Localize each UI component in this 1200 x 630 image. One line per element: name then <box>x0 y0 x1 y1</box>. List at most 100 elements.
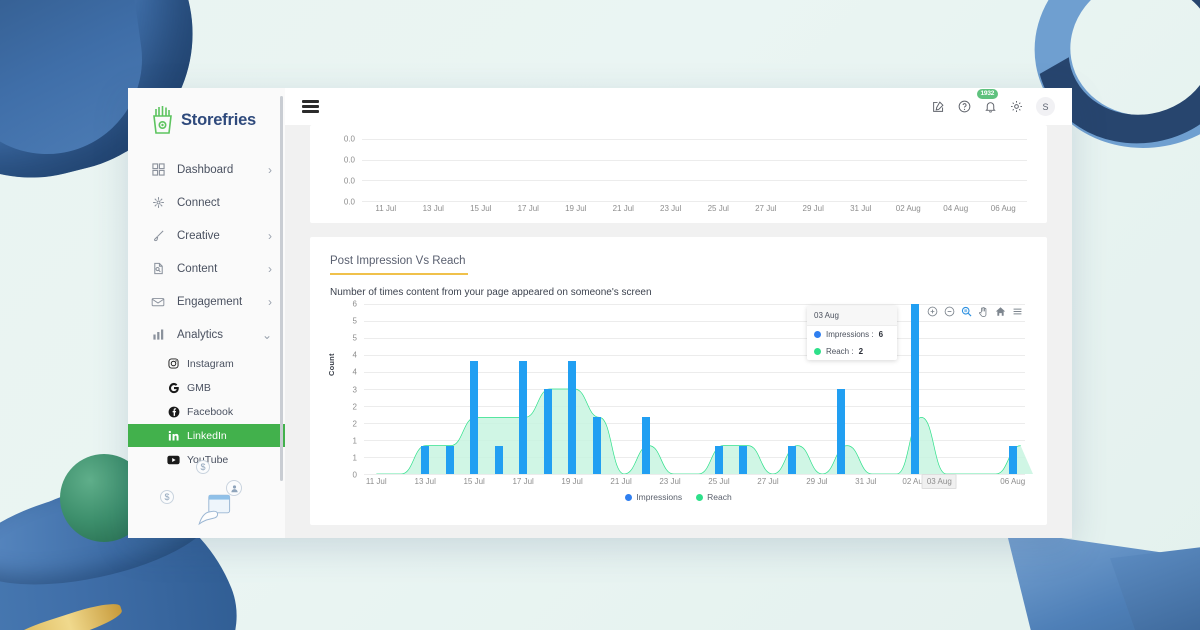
bell-icon[interactable] <box>984 100 997 113</box>
x-tick-label: 04 Aug <box>943 204 969 213</box>
zoom-in-icon[interactable] <box>927 306 938 317</box>
help-icon[interactable] <box>958 100 971 113</box>
x-tick-label: 19 Jul <box>565 204 587 213</box>
bar[interactable] <box>421 445 430 474</box>
chart-plot-area[interactable]: 6 5 5 4 4 3 2 2 1 1 0 <box>353 300 1033 480</box>
zoom-out-icon[interactable] <box>944 306 955 317</box>
sidebar-subitem-instagram[interactable]: Instagram <box>128 352 285 375</box>
sidebar-item-engagement[interactable]: Engagement › <box>128 285 285 318</box>
legend-item[interactable]: Impressions <box>625 492 682 502</box>
y-tick-label: 0.0 <box>343 176 355 186</box>
gridline: 0.0 <box>344 155 1027 164</box>
menu-icon[interactable] <box>1012 306 1023 317</box>
hand-card-illustration <box>198 494 231 526</box>
grid-icon <box>150 163 166 176</box>
x-tick-label: 29 Jul <box>802 204 824 213</box>
x-tick-label: 19 Jul <box>561 477 583 486</box>
sidebar-item-dashboard[interactable]: Dashboard › <box>128 153 285 186</box>
chart-tooltip: 03 Aug Impressions : 6 Reach : 2 <box>807 306 897 360</box>
tooltip-value: 2 <box>858 347 864 356</box>
chevron-right-icon: › <box>268 261 272 276</box>
x-tick-label: 06 Aug <box>1000 477 1026 486</box>
sidebar-item-connect[interactable]: Connect <box>128 186 285 219</box>
document-icon <box>150 262 166 275</box>
bar[interactable] <box>1008 445 1017 474</box>
top-chart-xaxis: 11 Jul 13 Jul 15 Jul 17 Jul 19 Jul 21 Jul 23 J… <box>362 201 1027 217</box>
reset-zoom-icon[interactable] <box>995 306 1006 317</box>
bar[interactable] <box>519 360 528 474</box>
bar[interactable] <box>568 360 577 474</box>
compose-icon[interactable] <box>932 100 945 113</box>
inbox-icon <box>150 296 166 308</box>
x-tick-label: 23 Jul <box>659 477 681 486</box>
app-window: Storefries Dashboard › Connect Creative … <box>128 88 1072 538</box>
brand[interactable]: Storefries <box>128 88 285 135</box>
bar[interactable] <box>910 304 919 474</box>
coin-icon-1: $ <box>196 460 210 474</box>
bar[interactable] <box>837 389 846 474</box>
facebook-icon <box>166 406 181 418</box>
tooltip-value: 6 <box>878 330 884 339</box>
panning-icon[interactable] <box>978 306 989 317</box>
youtube-icon <box>166 455 181 465</box>
sidebar-subitem-label: GMB <box>187 381 211 394</box>
sidebar-item-creative[interactable]: Creative › <box>128 219 285 252</box>
x-tick-label: 21 Jul <box>610 477 632 486</box>
tooltip-row-reach: Reach : 2 <box>807 343 897 360</box>
bar[interactable] <box>543 389 552 474</box>
selection-zoom-icon[interactable] <box>961 306 972 317</box>
decor-blue-shard-2 <box>1110 540 1200 630</box>
sidebar-item-analytics[interactable]: Analytics ⌄ <box>128 318 285 351</box>
top-chart: 0.0 0.0 0.0 0.0 11 Jul 13 Jul 15 Jul 17 Jul 19 … <box>322 135 1035 217</box>
bar[interactable] <box>592 417 601 474</box>
sidebar-subitem-linkedin[interactable]: LinkedIn <box>128 424 285 447</box>
x-tick-label: 15 Jul <box>470 204 492 213</box>
sidebar-scrollbar[interactable] <box>280 96 283 481</box>
sidebar-item-content[interactable]: Content › <box>128 252 285 285</box>
card-subtitle: Number of times content from your page a… <box>330 287 652 298</box>
decor-gold-band <box>3 597 125 630</box>
bar[interactable] <box>739 445 748 474</box>
tooltip-row-impressions: Impressions : 6 <box>807 326 897 343</box>
bar[interactable] <box>470 360 479 474</box>
sidebar-illustration: $ $ <box>128 460 285 538</box>
bar-chart-icon <box>150 328 166 341</box>
tooltip-label: Impressions : <box>826 330 874 339</box>
bar[interactable] <box>641 417 650 474</box>
legend-item[interactable]: Reach <box>696 492 732 502</box>
gridline: 0.0 <box>344 176 1027 185</box>
bar[interactable] <box>714 445 723 474</box>
content-scroll-area[interactable]: 0.0 0.0 0.0 0.0 11 Jul 13 Jul 15 Jul 17 Jul 19 … <box>285 125 1072 538</box>
bar[interactable] <box>445 445 454 474</box>
impressions-bar-series <box>364 304 1025 474</box>
avatar[interactable]: S <box>1036 97 1055 116</box>
x-tick-label: 27 Jul <box>755 204 777 213</box>
topbar-actions: 1932 S <box>932 89 1055 116</box>
top-chart-plot: 0.0 0.0 0.0 0.0 <box>344 135 1035 207</box>
x-tick-label: 21 Jul <box>612 204 634 213</box>
legend-label: Impressions <box>636 492 683 502</box>
x-tick-label-active: 03 Aug <box>921 474 957 489</box>
x-tick-label: 11 Jul <box>365 477 387 486</box>
sidebar-label: Engagement <box>177 295 243 308</box>
decor-blue-shard <box>1006 530 1195 630</box>
x-tick-label: 11 Jul <box>375 204 397 213</box>
sidebar-label: Connect <box>177 196 220 209</box>
sidebar-subitem-facebook[interactable]: Facebook <box>128 400 285 423</box>
fries-icon <box>150 105 176 135</box>
bar[interactable] <box>788 445 797 474</box>
bar[interactable] <box>494 445 503 474</box>
sidebar-label: Dashboard <box>177 163 234 176</box>
chevron-right-icon: › <box>268 162 272 177</box>
hamburger-icon[interactable] <box>302 100 319 113</box>
y-tick-label: 1 <box>352 453 357 463</box>
google-icon <box>166 382 181 394</box>
sidebar-subitem-gmb[interactable]: GMB <box>128 376 285 399</box>
y-tick-label: 1 <box>352 436 357 446</box>
gear-icon[interactable] <box>1010 100 1023 113</box>
chevron-right-icon: › <box>268 228 272 243</box>
x-tick-label: 29 Jul <box>806 477 828 486</box>
chart-xaxis: 11 Jul 13 Jul 15 Jul 17 Jul 19 Jul 21 Jul 23 J… <box>364 474 1025 490</box>
sidebar-label: Creative <box>177 229 220 242</box>
sidebar-subitem-label: Instagram <box>187 357 234 370</box>
